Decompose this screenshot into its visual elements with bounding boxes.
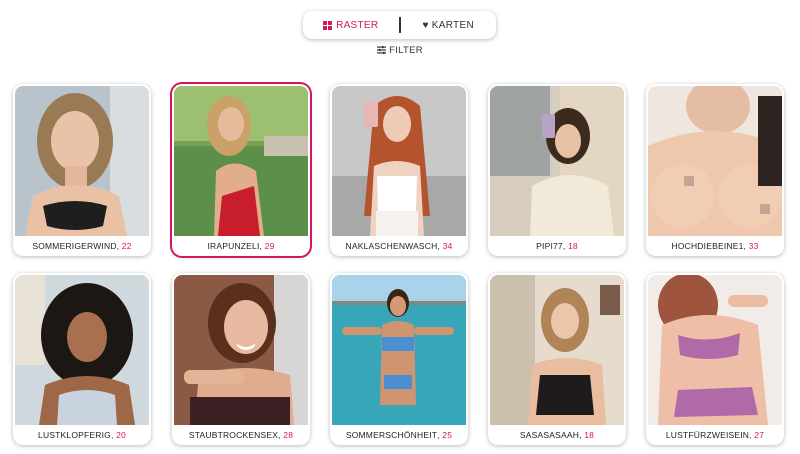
profile-photo bbox=[15, 86, 149, 236]
profile-age: 25 bbox=[442, 430, 453, 440]
profile-photo bbox=[174, 275, 308, 425]
profile-caption: HOCHDIEBEINE1, 33 bbox=[671, 241, 759, 251]
filter-sliders-icon bbox=[377, 46, 387, 55]
grid-view-label: RASTER bbox=[336, 19, 379, 31]
profile-card[interactable]: STAUBTROCKENSEX, 28 bbox=[172, 273, 310, 445]
filter-button[interactable]: FILTER bbox=[377, 45, 423, 56]
profile-photo bbox=[332, 275, 466, 425]
profile-caption: IRAPUNZELI, 29 bbox=[207, 241, 275, 251]
profile-card[interactable]: IRAPUNZELI, 29 bbox=[172, 84, 310, 256]
profile-name: LUSTKLOPFERIG bbox=[38, 430, 111, 440]
profile-age: 27 bbox=[754, 430, 765, 440]
profile-photo bbox=[648, 86, 782, 236]
profile-caption: SOMMERIGERWIND, 22 bbox=[32, 241, 132, 251]
profile-age: 18 bbox=[567, 241, 578, 251]
profile-age: 34 bbox=[442, 241, 453, 251]
profile-name: LUSTFÜRZWEISEIN bbox=[665, 430, 750, 440]
filter-bar: FILTER bbox=[0, 45, 800, 56]
view-toggle: RASTER ♥ KARTEN bbox=[303, 11, 496, 39]
profile-card[interactable]: LUSTFÜRZWEISEIN, 27 bbox=[646, 273, 784, 445]
heart-icon: ♥ bbox=[422, 19, 429, 31]
profile-name: SOMMERSCHÖNHEIT bbox=[345, 430, 438, 440]
profile-card[interactable]: LUSTKLOPFERIG, 20 bbox=[13, 273, 151, 445]
profile-age: 29 bbox=[264, 241, 275, 251]
profile-name: IRAPUNZELI bbox=[207, 241, 260, 251]
profile-photo bbox=[490, 86, 624, 236]
profile-age: 20 bbox=[116, 430, 126, 440]
grid-view-button[interactable]: RASTER bbox=[303, 11, 399, 39]
profile-name: SASASASAAH bbox=[519, 430, 580, 440]
profile-card[interactable]: NAKLASCHENWASCH, 34 bbox=[330, 84, 468, 256]
profile-age: 18 bbox=[584, 430, 595, 440]
profile-name: NAKLASCHENWASCH bbox=[345, 241, 438, 251]
profile-age: 28 bbox=[283, 430, 294, 440]
profile-card[interactable]: SOMMERIGERWIND, 22 bbox=[13, 84, 151, 256]
profile-photo bbox=[332, 86, 466, 236]
profile-card[interactable]: SASASASAAH, 18 bbox=[488, 273, 626, 445]
profile-caption: LUSTFÜRZWEISEIN, 27 bbox=[665, 430, 765, 440]
profile-name: STAUBTROCKENSEX bbox=[188, 430, 279, 440]
cards-view-label: KARTEN bbox=[431, 19, 474, 31]
profile-caption: SASASASAAH, 18 bbox=[519, 430, 595, 440]
profile-card[interactable]: SOMMERSCHÖNHEIT, 25 bbox=[330, 273, 468, 445]
profile-photo bbox=[648, 275, 782, 425]
profile-name: HOCHDIEBEINE1 bbox=[671, 241, 744, 251]
profile-caption: STAUBTROCKENSEX, 28 bbox=[188, 430, 294, 440]
profile-age: 33 bbox=[748, 241, 759, 251]
profile-photo bbox=[15, 275, 149, 425]
profile-photo bbox=[490, 275, 624, 425]
filter-label: FILTER bbox=[389, 45, 423, 56]
cards-view-button[interactable]: ♥ KARTEN bbox=[401, 11, 497, 39]
profile-caption: NAKLASCHENWASCH, 34 bbox=[345, 241, 453, 251]
profile-caption: LUSTKLOPFERIG, 20 bbox=[38, 430, 126, 440]
profile-photo bbox=[174, 86, 308, 236]
profile-card[interactable]: PIPI77, 18 bbox=[488, 84, 626, 256]
profile-caption: SOMMERSCHÖNHEIT, 25 bbox=[345, 430, 453, 440]
profile-age: 22 bbox=[121, 241, 132, 251]
grid-icon bbox=[323, 20, 333, 30]
profile-caption: PIPI77, 18 bbox=[536, 241, 578, 251]
profile-card[interactable]: HOCHDIEBEINE1, 33 bbox=[646, 84, 784, 256]
profile-name: PIPI77 bbox=[536, 241, 563, 251]
profile-name: SOMMERIGERWIND bbox=[32, 241, 117, 251]
